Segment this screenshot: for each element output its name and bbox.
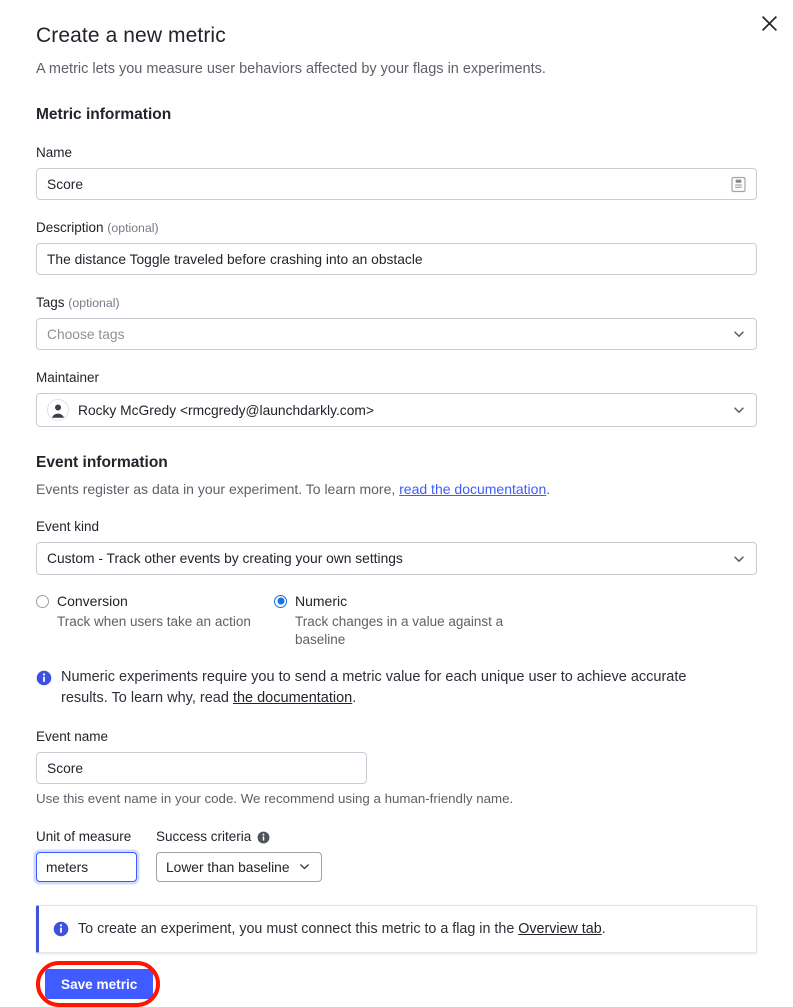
radio-button-numeric[interactable]	[274, 594, 287, 608]
tags-select[interactable]: Choose tags	[36, 318, 757, 350]
chevron-down-glyph	[734, 407, 744, 413]
unit-of-measure-value: meters	[46, 859, 89, 875]
success-criteria-group: Success criteria Lower than baseline	[156, 828, 322, 882]
the-documentation-link[interactable]: the documentation	[233, 690, 352, 706]
chevron-down-glyph	[299, 864, 309, 870]
tags-placeholder: Choose tags	[47, 326, 125, 342]
success-criteria-select[interactable]: Lower than baseline	[156, 852, 322, 882]
event-name-helper: Use this event name in your code. We rec…	[36, 791, 514, 806]
connect-flag-banner: To create an experiment, you must connec…	[36, 905, 757, 953]
name-label: Name	[36, 145, 73, 160]
tags-field-group: Tags (optional) Choose tags	[36, 294, 757, 350]
page-subtitle: A metric lets you measure user behaviors…	[36, 61, 546, 77]
chevron-down-icon	[732, 403, 746, 417]
numeric-notice-suffix: .	[352, 690, 357, 706]
chevron-down-icon	[298, 860, 312, 874]
maintainer-label: Maintainer	[36, 370, 100, 385]
event-information-description: Events register as data in your experime…	[36, 480, 757, 499]
numeric-notice: Numeric experiments require you to send …	[36, 667, 757, 709]
radio-option-conversion[interactable]: Conversion Track when users take an acti…	[36, 592, 274, 649]
description-input[interactable]: The distance Toggle traveled before cras…	[36, 243, 757, 275]
event-kind-select[interactable]: Custom - Track other events by creating …	[36, 542, 757, 575]
event-name-value: Score	[47, 760, 84, 776]
event-information-description-suffix: .	[546, 481, 551, 497]
info-glyph	[36, 670, 52, 686]
event-name-field-group: Event name Score Use this event name in …	[36, 728, 757, 808]
description-label: Description (optional)	[36, 219, 757, 237]
radio-line-conversion[interactable]: Conversion	[36, 592, 274, 610]
info-icon	[36, 670, 52, 686]
connect-flag-banner-text: To create an experiment, you must connec…	[78, 919, 606, 939]
event-kind-value: Custom - Track other events by creating …	[47, 551, 403, 566]
description-field-group: Description (optional) The distance Togg…	[36, 219, 757, 275]
maintainer-select[interactable]: Rocky McGredy <rmcgredy@launchdarkly.com…	[36, 393, 757, 427]
chevron-down-glyph	[734, 555, 744, 562]
maintainer-value: Rocky McGredy <rmcgredy@launchdarkly.com…	[78, 402, 374, 418]
radio-button-conversion[interactable]	[36, 594, 49, 608]
overview-tab-link[interactable]: Overview tab	[518, 921, 601, 937]
name-input[interactable]: Score	[36, 168, 757, 200]
save-metric-area: Save metric	[36, 961, 160, 1007]
clipboard-icon[interactable]	[731, 176, 746, 193]
info-circle-icon[interactable]	[257, 831, 270, 844]
info-icon	[53, 921, 69, 937]
event-kind-field-group: Event kind Custom - Track other events b…	[36, 518, 757, 575]
radio-label-numeric: Numeric	[295, 593, 348, 609]
event-name-input[interactable]: Score	[36, 752, 367, 784]
person-icon	[52, 404, 64, 418]
maintainer-field-group: Maintainer Rocky McGredy <rmcgredy@launc…	[36, 369, 757, 427]
radio-option-numeric[interactable]: Numeric Track changes in a value against…	[274, 592, 512, 649]
page-title: Create a new metric	[36, 24, 226, 47]
save-metric-button[interactable]: Save metric	[45, 969, 154, 999]
name-input-value: Score	[47, 176, 84, 192]
close-icon[interactable]	[755, 9, 783, 37]
unit-of-measure-input[interactable]: meters	[36, 852, 137, 882]
radio-label-conversion: Conversion	[57, 593, 128, 609]
numeric-notice-prefix: Numeric experiments require you to send …	[61, 669, 687, 706]
success-criteria-label-text: Success criteria	[156, 829, 252, 844]
event-information-description-prefix: Events register as data in your experime…	[36, 481, 400, 497]
tags-optional-tag: (optional)	[68, 296, 120, 310]
banner-prefix: To create an experiment, you must connec…	[78, 921, 519, 937]
tags-label-text: Tags	[36, 295, 65, 310]
create-metric-dialog: Create a new metric A metric lets you me…	[0, 0, 793, 1007]
radio-help-conversion: Track when users take an action	[57, 614, 251, 629]
info-circle-glyph	[257, 831, 270, 843]
section-title-event-information: Event information	[36, 454, 168, 471]
success-criteria-label: Success criteria	[156, 828, 322, 846]
measure-row: Unit of measure meters Success criteria …	[36, 828, 757, 882]
numeric-notice-text: Numeric experiments require you to send …	[61, 667, 721, 709]
unit-of-measure-group: Unit of measure meters	[36, 828, 137, 882]
chevron-down-glyph	[734, 331, 744, 337]
avatar	[47, 399, 69, 421]
close-glyph	[761, 15, 777, 31]
read-the-documentation-link[interactable]: read the documentation	[399, 481, 546, 497]
metric-type-radio-group: Conversion Track when users take an acti…	[36, 592, 757, 649]
radio-help-numeric: Track changes in a value against a basel…	[295, 614, 504, 647]
description-input-value: The distance Toggle traveled before cras…	[47, 251, 423, 267]
description-optional-tag: (optional)	[107, 221, 159, 235]
unit-of-measure-label-text: Unit of measure	[36, 829, 132, 844]
event-kind-label: Event kind	[36, 519, 100, 534]
clipboard-glyph	[731, 176, 746, 192]
tags-label: Tags (optional)	[36, 294, 757, 312]
section-title-metric-information: Metric information	[36, 106, 172, 123]
success-criteria-value: Lower than baseline	[166, 859, 290, 875]
radio-line-numeric[interactable]: Numeric	[274, 592, 512, 610]
event-name-label: Event name	[36, 729, 109, 744]
description-label-text: Description	[36, 220, 104, 235]
chevron-down-icon	[732, 552, 746, 566]
info-glyph	[53, 921, 69, 937]
banner-suffix: .	[601, 921, 606, 937]
unit-of-measure-label: Unit of measure	[36, 828, 137, 846]
name-field-group: Name Score	[36, 144, 757, 200]
chevron-down-icon	[732, 327, 746, 341]
